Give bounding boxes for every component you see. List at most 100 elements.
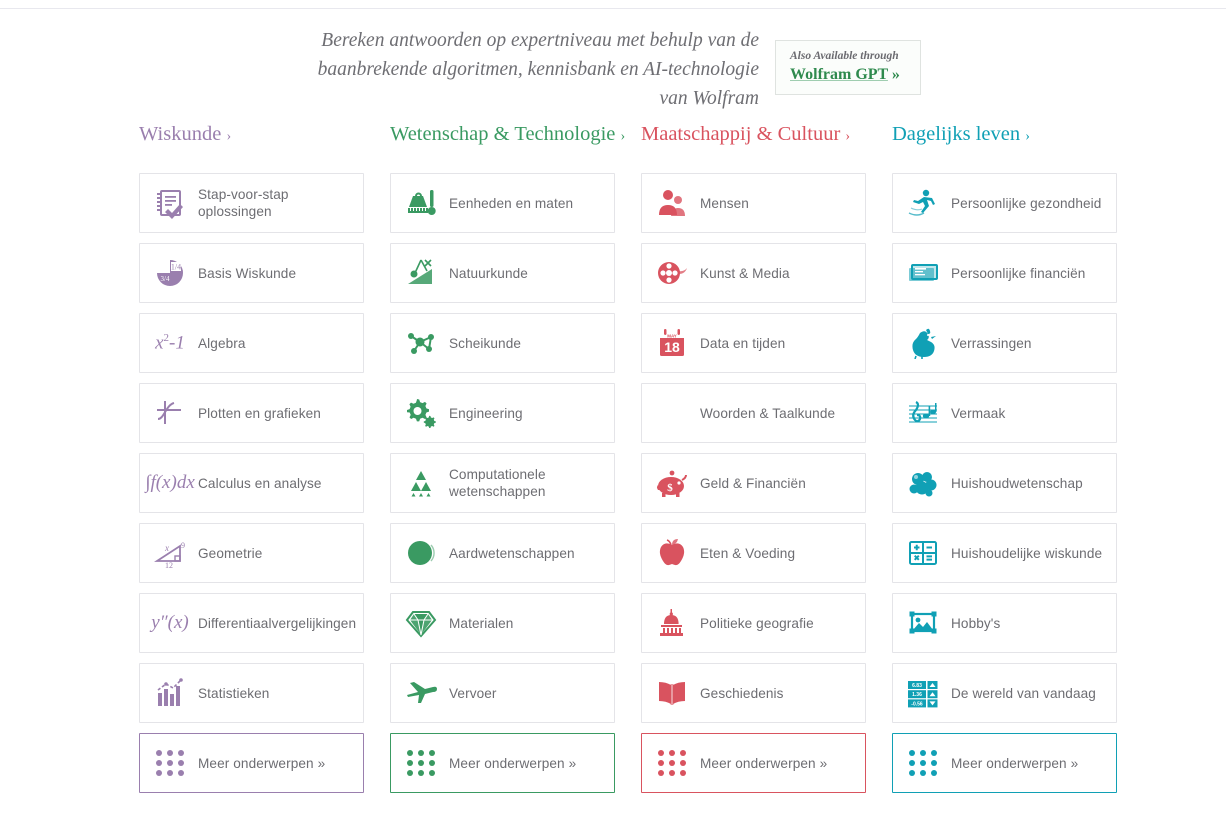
column-title-text: Maatschappij & Cultuur [641,123,841,145]
chicken-icon [902,322,944,364]
topic-card-label: Geometrie [198,545,263,561]
topic-card[interactable]: Persoonlijke gezondheid [892,173,1117,233]
column-title-text: Wetenschap & Technologie [390,123,616,145]
wolfram-gpt-link[interactable]: Wolfram GPT » [790,65,906,85]
diamond-icon [400,602,442,644]
wolfram-gpt-subtitle: Also Available through [790,50,899,62]
topic-card[interactable]: MAY 18 Data en tijden [641,313,866,373]
topic-card-label: Algebra [198,335,246,351]
integral-icon: ∫f(x)dx [145,472,195,493]
topic-card-label: Natuurkunde [449,265,528,281]
header-region: Bereken antwoorden op expertniveau met b… [0,26,1226,113]
topic-card-label: Computationele wetenschappen [449,467,546,499]
topic-card[interactable]: Scheikunde [390,313,615,373]
pendulum-incline-icon [400,252,442,294]
topic-card[interactable]: Vervoer [390,663,615,723]
top-divider [0,8,1226,9]
topic-card[interactable]: y″(x) Differentiaalvergelijkingen [139,593,364,653]
topic-card[interactable]: Eenheden en maten [390,173,615,233]
topic-card[interactable]: Huishoudwetenschap [892,453,1117,513]
chevron-right-icon: › [845,129,851,144]
chevron-right-icon: › [1025,129,1030,144]
topic-card-label: Huishoudwetenschap [951,475,1083,491]
svg-text:18: 18 [664,339,680,355]
topic-columns: Wiskunde › Stap-voor-stap oplossingen 1/4 3… [139,122,1117,803]
more-topics-card[interactable]: Meer onderwerpen » [390,733,615,793]
topic-card-label: Data en tijden [700,335,786,351]
column-title-link[interactable]: Maatschappij & Cultuur › [641,122,866,149]
open-book-icon [651,672,693,714]
second-derivative-icon: y″(x) [151,612,189,633]
svg-text:6.83: 6.83 [912,683,922,689]
banknotes-icon [902,252,944,294]
bar-chart-trend-icon [149,672,191,714]
more-topics-card[interactable]: Meer onderwerpen » [641,733,866,793]
topic-card-label: Mensen [700,195,749,211]
topic-card[interactable]: Engineering [390,383,615,443]
svg-text:-0.56: -0.56 [911,701,923,707]
topic-card[interactable]: ∫f(x)dx Calculus en analyse [139,453,364,513]
topic-card[interactable]: Geschiedenis [641,663,866,723]
photo-frame-icon [902,602,944,644]
sierpinski-triangle-icon [400,462,442,504]
notebook-check-icon [149,182,191,224]
topic-card[interactable]: Persoonlijke financiën [892,243,1117,303]
topic-card[interactable]: x 12 9 Geometrie [139,523,364,583]
people-icon [651,182,693,224]
topic-card[interactable]: 1/4 3/4 Basis Wiskunde [139,243,364,303]
svg-text:1.36: 1.36 [912,692,922,698]
column-title-link[interactable]: Wetenschap & Technologie › [390,122,625,149]
topic-card[interactable]: Politieke geografie [641,593,866,653]
topic-card-label: Statistieken [198,685,270,701]
topic-card[interactable]: Huishoudelijke wiskunde [892,523,1117,583]
topic-card[interactable]: Stap-voor-stap oplossingen [139,173,364,233]
column-title-link[interactable]: Wiskunde › [139,122,364,149]
topic-card[interactable]: Natuurkunde [390,243,615,303]
topic-card[interactable]: Materialen [390,593,615,653]
topic-card[interactable]: Verrassingen [892,313,1117,373]
music-staff-icon [902,392,944,434]
topic-card-label: Huishoudelijke wiskunde [951,545,1103,561]
topic-card-label: Vermaak [951,405,1006,421]
topic-card-label: Eten & Voeding [700,545,796,561]
airplane-icon [400,672,442,714]
topic-card-label: Calculus en analyse [198,475,322,491]
topic-card[interactable]: Computationele wetenschappen [390,453,615,513]
topic-card[interactable]: 6.83 1.36 -0.56 De wereld van vandaag [892,663,1117,723]
topic-card-label: Meer onderwerpen » [951,755,1079,771]
topic-card-label: Persoonlijke financiën [951,265,1086,281]
topic-card-label: Geld & Financiën [700,475,806,491]
topic-card[interactable]: Hobby's [892,593,1117,653]
svg-text:9: 9 [181,541,185,550]
topic-card-label: Basis Wiskunde [198,265,297,281]
apple-icon [651,532,693,574]
svg-text:x: x [164,543,169,553]
topic-card[interactable]: Eten & Voeding [641,523,866,583]
topic-card[interactable]: Woorden & Taalkunde [641,383,866,443]
column-title-text: Dagelijks leven [892,123,1021,145]
x-squared-minus-one-icon: x2-1 [155,331,185,354]
topic-card[interactable]: Vermaak [892,383,1117,443]
svg-text:$: $ [667,482,673,494]
topic-card[interactable]: Statistieken [139,663,364,723]
topic-column-3: Maatschappij & Cultuur › Mensen Kunst & Me… [641,122,866,803]
more-topics-card[interactable]: Meer onderwerpen » [892,733,1117,793]
wolfram-gpt-promo[interactable]: Also Available through Wolfram GPT » [775,40,921,95]
grid-dots-glyph [155,750,185,776]
piggy-bank-icon: $ [651,462,693,504]
more-topics-card[interactable]: Meer onderwerpen » [139,733,364,793]
topic-card[interactable]: Plotten en grafieken [139,383,364,443]
svg-text:12: 12 [165,561,173,569]
topic-card-label: Persoonlijke gezondheid [951,195,1102,211]
topic-card[interactable]: $ Geld & Financiën [641,453,866,513]
molecule-icon [400,322,442,364]
column-title-link[interactable]: Dagelijks leven › [892,122,1117,149]
grid-dots-icon [400,742,442,784]
topic-card[interactable]: Kunst & Media [641,243,866,303]
grid-dots-glyph [657,750,687,776]
wolfram-gpt-arrow: » [891,66,900,83]
topic-card[interactable]: Mensen [641,173,866,233]
calculator-keys-icon [902,532,944,574]
topic-card[interactable]: Aardwetenschappen [390,523,615,583]
topic-card[interactable]: x2-1 Algebra [139,313,364,373]
